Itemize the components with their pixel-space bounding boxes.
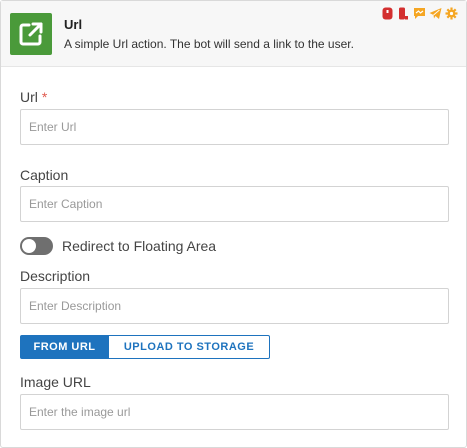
- redirect-toggle[interactable]: [20, 237, 53, 255]
- image-url-input[interactable]: [20, 394, 449, 430]
- caption-label: Caption: [20, 167, 69, 183]
- required-mark: *: [41, 89, 48, 105]
- image-source-tabs: FROM URL UPLOAD TO STORAGE: [20, 335, 270, 359]
- chat-channel-icon: [413, 7, 426, 20]
- channel-icons: [381, 7, 458, 20]
- toggle-knob: [22, 239, 36, 253]
- action-header: Url A simple Url action. The bot will se…: [1, 1, 466, 67]
- description-label: Description: [20, 268, 91, 284]
- url-label: Url *: [20, 89, 47, 105]
- from-url-tab[interactable]: FROM URL: [20, 335, 109, 359]
- external-link-icon: [10, 13, 52, 55]
- url-action-panel: Url A simple Url action. The bot will se…: [0, 0, 467, 448]
- telegram-icon: [429, 7, 442, 20]
- settings-channel-icon: [445, 7, 458, 20]
- description-input[interactable]: [20, 288, 449, 324]
- upload-to-storage-tab[interactable]: UPLOAD TO STORAGE: [109, 335, 270, 359]
- url-label-text: Url: [20, 89, 38, 105]
- web-channel-icon: [381, 7, 394, 20]
- caption-input[interactable]: [20, 186, 449, 222]
- url-input[interactable]: [20, 109, 449, 145]
- action-description: A simple Url action. The bot will send a…: [64, 37, 354, 51]
- mobile-channel-icon: [397, 7, 410, 20]
- action-title: Url: [64, 17, 83, 32]
- image-url-label: Image URL: [20, 374, 91, 390]
- redirect-toggle-label: Redirect to Floating Area: [62, 238, 217, 254]
